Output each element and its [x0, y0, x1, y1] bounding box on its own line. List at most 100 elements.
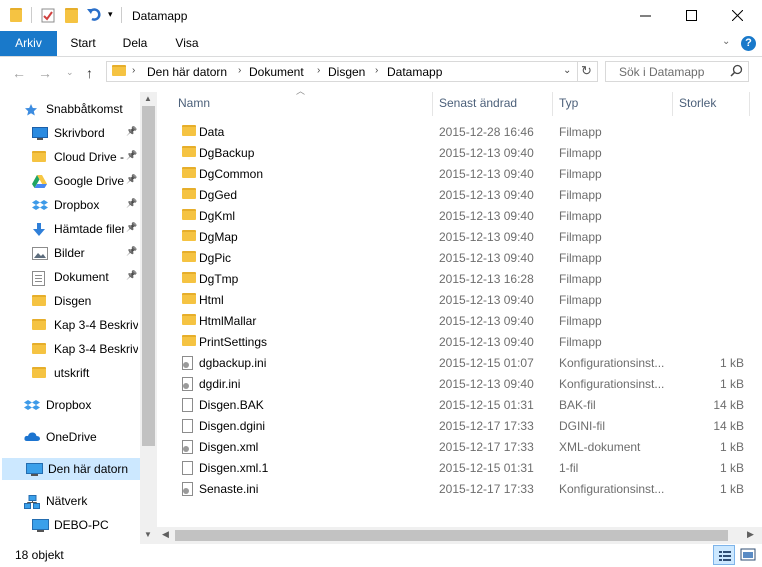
- file-row[interactable]: Html 2015-12-13 09:40 Filmapp: [170, 289, 750, 310]
- sidebar-item[interactable]: Kap 3-4 Beskrivn: [0, 338, 140, 360]
- file-row[interactable]: DgBackup 2015-12-13 09:40 Filmapp: [170, 142, 750, 163]
- column-header-date[interactable]: Senast ändrad: [439, 96, 517, 110]
- sidebar-item[interactable]: utskrift: [0, 362, 140, 384]
- chevron-right-icon[interactable]: ›: [132, 65, 135, 76]
- file-row[interactable]: DgGed 2015-12-13 09:40 Filmapp: [170, 184, 750, 205]
- file-row[interactable]: Disgen.xml.1 2015-12-15 01:31 1-fil 1 kB: [170, 457, 750, 478]
- sidebar-item[interactable]: Kap 3-4 Beskrivn: [0, 314, 140, 336]
- column-divider[interactable]: [432, 92, 433, 116]
- file-date: 2015-12-28 16:46: [439, 125, 534, 139]
- xml-file-icon: [182, 440, 193, 457]
- scroll-right-icon[interactable]: ▶: [747, 529, 754, 540]
- scroll-up-icon[interactable]: ▲: [144, 94, 152, 103]
- file-row[interactable]: DgKml 2015-12-13 09:40 Filmapp: [170, 205, 750, 226]
- file-row[interactable]: Data 2015-12-28 16:46 Filmapp: [170, 121, 750, 142]
- column-header-size[interactable]: Storlek: [679, 96, 716, 110]
- sidebar-item[interactable]: DEBO-PC: [0, 514, 140, 536]
- undo-icon[interactable]: [86, 6, 102, 25]
- sidebar-item[interactable]: Den här datorn: [2, 458, 140, 480]
- file-size: 14 kB: [713, 419, 744, 433]
- column-divider[interactable]: [749, 92, 750, 116]
- sidebar-item[interactable]: Dokument 📌: [0, 266, 140, 288]
- file-icon: [182, 398, 193, 415]
- sidebar-item-label: DEBO-PC: [54, 518, 109, 532]
- help-icon[interactable]: ?: [741, 36, 756, 51]
- column-header-name[interactable]: Namn: [178, 96, 210, 110]
- breadcrumb-datamapp[interactable]: Datamapp: [387, 65, 442, 79]
- title-bar: ▾ Datamapp: [0, 0, 762, 31]
- column-header-type[interactable]: Typ: [559, 96, 578, 110]
- address-bar[interactable]: › Den här datorn › Dokument › Disgen › D…: [106, 61, 598, 82]
- details-view-button[interactable]: [713, 545, 735, 565]
- tab-start[interactable]: Start: [62, 31, 104, 56]
- file-type: Filmapp: [559, 230, 602, 244]
- file-type: Filmapp: [559, 293, 602, 307]
- large-icons-view-button[interactable]: [738, 546, 758, 564]
- sidebar-item[interactable]: Nätverk: [0, 490, 140, 512]
- search-box[interactable]: Sök i Datamapp: [605, 61, 749, 82]
- sidebar-item[interactable]: Snabbåtkomst: [0, 98, 140, 120]
- file-row[interactable]: PrintSettings 2015-12-13 09:40 Filmapp: [170, 331, 750, 352]
- file-row[interactable]: DgCommon 2015-12-13 09:40 Filmapp: [170, 163, 750, 184]
- sidebar-item[interactable]: OneDrive: [0, 426, 140, 448]
- sidebar-item[interactable]: Bilder 📌: [0, 242, 140, 264]
- file-date: 2015-12-15 01:07: [439, 356, 534, 370]
- horizontal-scrollbar-thumb[interactable]: [175, 530, 728, 541]
- new-folder-icon[interactable]: [65, 8, 78, 26]
- file-date: 2015-12-13 09:40: [439, 188, 534, 202]
- address-dropdown-icon[interactable]: ⌄: [563, 65, 571, 76]
- file-row[interactable]: Senaste.ini 2015-12-17 17:33 Konfiguration…: [170, 478, 750, 499]
- chevron-right-icon[interactable]: ›: [238, 65, 241, 76]
- tab-dela[interactable]: Dela: [114, 31, 156, 56]
- file-row[interactable]: DgTmp 2015-12-13 16:28 Filmapp: [170, 268, 750, 289]
- maximize-button[interactable]: [668, 0, 714, 31]
- file-row[interactable]: HtmlMallar 2015-12-13 09:40 Filmapp: [170, 310, 750, 331]
- search-icon[interactable]: [730, 64, 743, 80]
- sidebar-item[interactable]: Disgen: [0, 290, 140, 312]
- search-input[interactable]: Sök i Datamapp: [619, 65, 704, 79]
- close-button[interactable]: [714, 0, 760, 31]
- expand-ribbon-icon[interactable]: ⌄: [722, 36, 730, 47]
- sidebar-item[interactable]: Dropbox: [0, 394, 140, 416]
- refresh-icon[interactable]: ↻: [581, 63, 592, 79]
- up-arrow-icon[interactable]: ↑: [86, 65, 93, 81]
- breadcrumb-dokument[interactable]: Dokument: [249, 65, 304, 79]
- file-row[interactable]: DgPic 2015-12-13 09:40 Filmapp: [170, 247, 750, 268]
- folder-icon: [182, 293, 196, 307]
- forward-arrow-icon[interactable]: →: [38, 65, 52, 81]
- recent-locations-icon[interactable]: ⌄: [66, 67, 74, 78]
- file-row[interactable]: Disgen.dgini 2015-12-17 17:33 DGINI-fil 14 …: [170, 415, 750, 436]
- sidebar-item[interactable]: Hämtade filer 📌: [0, 218, 140, 240]
- minimize-button[interactable]: [622, 0, 668, 31]
- file-row[interactable]: Disgen.BAK 2015-12-15 01:31 BAK-fil 14 kB: [170, 394, 750, 415]
- column-divider[interactable]: [672, 92, 673, 116]
- folder-icon: [182, 167, 196, 181]
- file-type: BAK-fil: [559, 398, 596, 412]
- file-row[interactable]: dgdir.ini 2015-12-13 09:40 Konfigurationsi…: [170, 373, 750, 394]
- back-arrow-icon[interactable]: ←: [12, 65, 26, 81]
- file-row[interactable]: DgMap 2015-12-13 09:40 Filmapp: [170, 226, 750, 247]
- tab-visa[interactable]: Visa: [166, 31, 208, 56]
- scroll-left-icon[interactable]: ◀: [162, 529, 169, 540]
- file-row[interactable]: dgbackup.ini 2015-12-15 01:07 Konfiguratio…: [170, 352, 750, 373]
- folder-icon: [112, 65, 126, 79]
- breadcrumb-disgen[interactable]: Disgen: [328, 65, 365, 79]
- chevron-right-icon[interactable]: ›: [317, 65, 320, 76]
- properties-icon[interactable]: [41, 8, 55, 26]
- pin-icon: 📌: [126, 126, 138, 136]
- scroll-down-icon[interactable]: ▼: [144, 530, 152, 539]
- sidebar-item[interactable]: Dropbox 📌: [0, 194, 140, 216]
- nav-scrollbar-thumb[interactable]: [142, 106, 155, 446]
- sidebar-item[interactable]: Google Drive 📌: [0, 170, 140, 192]
- customize-toolbar-icon[interactable]: ▾: [108, 9, 113, 20]
- file-row[interactable]: Disgen.xml 2015-12-17 17:33 XML-dokument 1 …: [170, 436, 750, 457]
- chevron-right-icon[interactable]: ›: [375, 65, 378, 76]
- column-divider[interactable]: [552, 92, 553, 116]
- tab-arkiv[interactable]: Arkiv: [0, 31, 57, 56]
- sidebar-item[interactable]: Skrivbord 📌: [0, 122, 140, 144]
- folder-icon: [10, 8, 22, 25]
- file-name: DgTmp: [199, 272, 239, 286]
- breadcrumb-den-har-datorn[interactable]: Den här datorn: [147, 65, 227, 79]
- sidebar-item[interactable]: Cloud Drive - 📌: [0, 146, 140, 168]
- sidebar-item-label: Cloud Drive -: [54, 150, 124, 164]
